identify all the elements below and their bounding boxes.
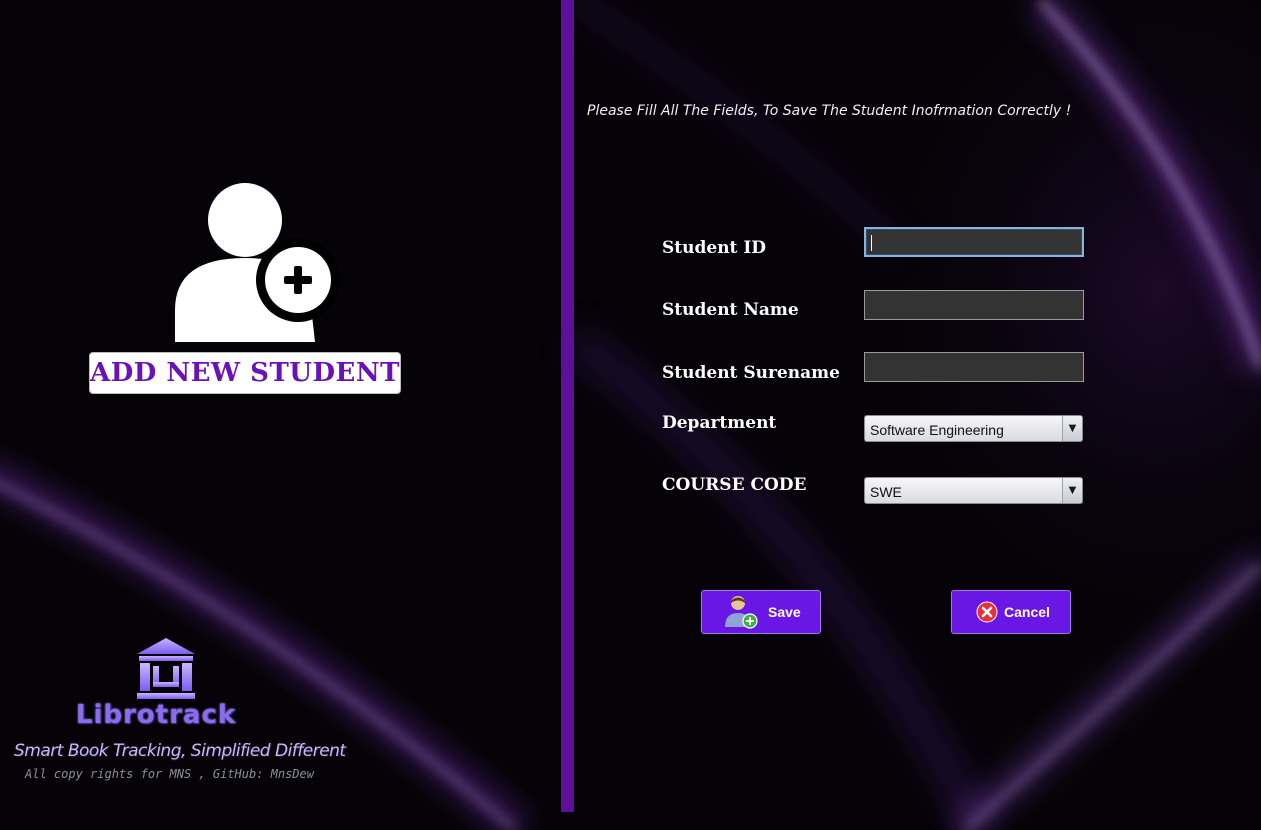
copyright-text: All copy rights for MNS , GitHub: MnsDew	[25, 767, 314, 781]
student-surname-field[interactable]	[864, 352, 1084, 382]
page-title-box: ADD NEW STUDENT	[89, 352, 401, 394]
department-label: Department	[662, 413, 777, 433]
chevron-down-icon[interactable]: ▼	[1062, 478, 1082, 503]
cancel-circle-icon	[976, 601, 998, 623]
student-id-field[interactable]	[864, 227, 1084, 257]
add-user-icon	[175, 183, 340, 342]
library-icon	[137, 638, 195, 699]
brand-tagline: Smart Book Tracking, Simplified Differen…	[14, 741, 346, 761]
department-select[interactable]: Software Engineering ▼	[864, 415, 1083, 442]
cancel-button[interactable]: Cancel	[951, 590, 1071, 634]
course-code-selected-value: SWE	[870, 484, 902, 500]
brand-name: Librotrack	[76, 700, 237, 730]
save-button[interactable]: Save	[701, 590, 821, 634]
course-code-label: COURSE CODE	[662, 475, 807, 495]
student-id-label: Student ID	[662, 238, 767, 258]
department-selected-value: Software Engineering	[870, 422, 1004, 438]
student-name-label: Student Name	[662, 300, 799, 320]
form-instruction: Please Fill All The Fields, To Save The …	[587, 103, 1072, 119]
add-user-icon	[725, 596, 758, 629]
chevron-down-icon[interactable]: ▼	[1062, 416, 1082, 441]
course-code-select[interactable]: SWE ▼	[864, 477, 1083, 504]
cancel-button-label: Cancel	[1004, 604, 1050, 620]
page-title: ADD NEW STUDENT	[90, 358, 400, 388]
student-name-field[interactable]	[864, 290, 1084, 320]
student-surname-label: Student Surename	[662, 363, 840, 383]
text-caret	[871, 235, 872, 251]
save-button-label: Save	[768, 604, 801, 620]
vertical-divider	[561, 0, 574, 812]
